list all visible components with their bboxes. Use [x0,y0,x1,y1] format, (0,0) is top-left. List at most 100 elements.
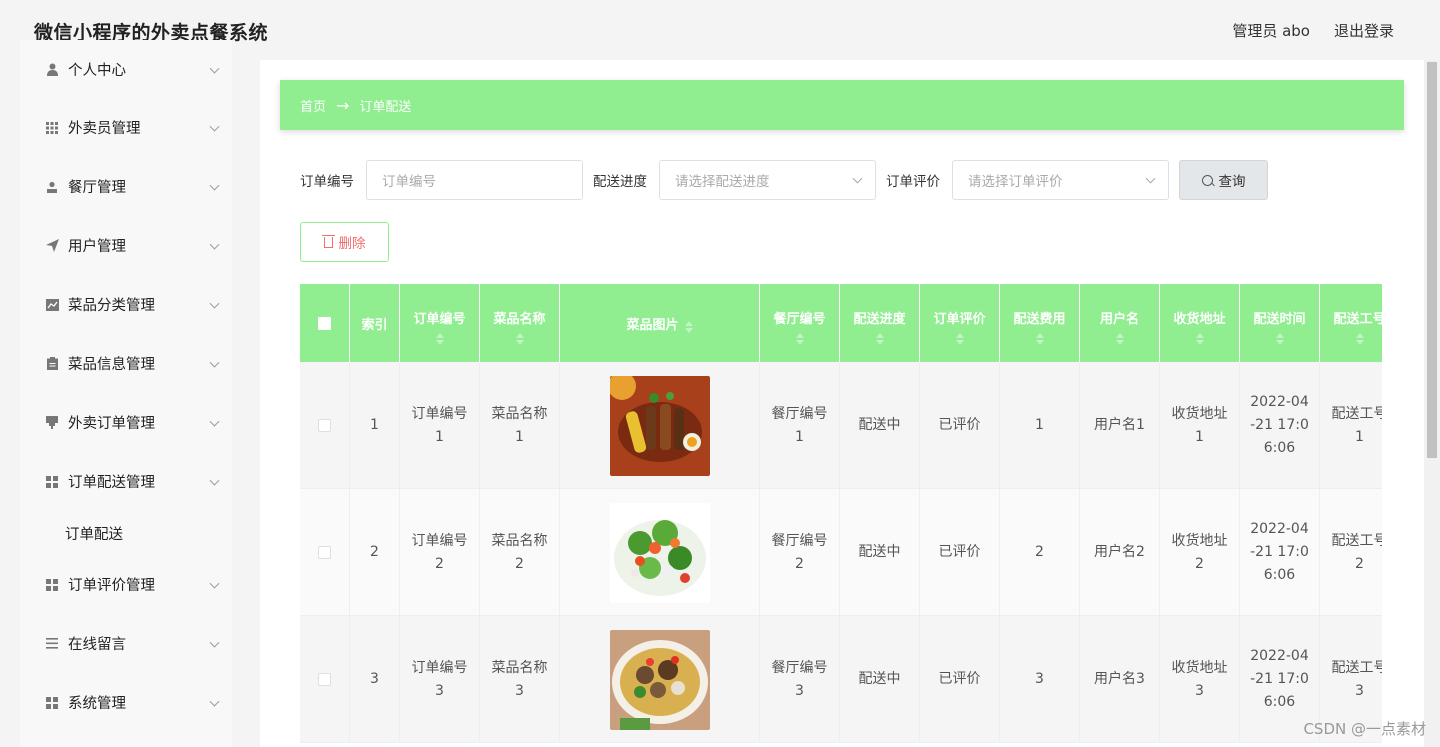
chevron-down-icon [209,63,220,74]
sidebar-item-dish-categories[interactable]: 菜品分类管理 [20,275,232,334]
index-cell: 1 [350,362,400,489]
select-all-checkbox[interactable] [318,316,331,330]
logout-link[interactable]: 退出登录 [1334,20,1394,41]
header-actions: 管理员 abo 退出登录 [1232,20,1394,41]
header-select-all[interactable] [300,284,350,362]
user-cell: 用户名1 [1080,362,1160,489]
time-cell: 2022-04 -21 17:0 6:06 [1240,362,1320,489]
order-number-cell: 订单编号 3 [400,616,480,743]
column-header[interactable]: 收货地址 [1160,284,1240,362]
watermark: CSDN @一点素材 [1303,720,1426,738]
sort-icon[interactable] [684,320,693,333]
column-header[interactable]: 用户名 [1080,284,1160,362]
sort-icon[interactable] [1115,333,1124,345]
progress-cell: 配送中 [840,616,920,743]
rating-cell: 已评价 [920,489,1000,616]
table-header: 索引 订单编号 菜品名称 菜品图片 餐厅编号 配送进度 订单评价 配送费用 用户… [300,284,1382,362]
dish-image-cell [560,362,760,489]
column-label: 订单评价 [933,312,986,327]
chevron-down-icon [209,637,220,648]
sidebar-item-restaurants[interactable]: 餐厅管理 [20,157,232,216]
column-label: 菜品图片 [626,317,679,333]
row-select-cell [300,362,350,489]
grid-icon [45,121,59,135]
row-checkbox[interactable] [318,419,331,432]
trash-icon [321,234,335,248]
user-cell: 用户名2 [1080,489,1160,616]
sort-icon[interactable] [515,333,524,345]
sidebar-item-system[interactable]: 系统管理 [20,673,232,732]
breadcrumb-current: 订单配送 [359,99,412,115]
sidebar-item-label: 订单配送管理 [68,475,155,491]
progress-select[interactable]: 请选择配送进度 [659,160,876,200]
clipboard-icon [45,357,59,371]
column-header[interactable]: 订单编号 [400,284,480,362]
search-button[interactable]: 查询 [1179,160,1268,200]
column-label: 用户名 [1099,312,1139,327]
column-label: 菜品名称 [493,312,546,327]
sort-icon[interactable] [1275,333,1284,345]
sidebar-item-delivery[interactable]: 订单配送管理 [20,452,232,511]
sort-icon[interactable] [1035,333,1044,345]
scrollbar-thumb[interactable] [1427,62,1437,458]
dish-image[interactable] [609,502,710,603]
apps-icon [45,475,59,489]
order-number-label: 订单编号 [300,174,354,190]
vertical-scrollbar[interactable] [1424,60,1440,747]
row-checkbox[interactable] [318,673,331,686]
column-header[interactable]: 配送工号 [1320,284,1382,362]
sidebar-item-orders[interactable]: 外卖订单管理 [20,393,232,452]
row-checkbox[interactable] [318,546,331,559]
sidebar-item-label: 个人中心 [68,63,126,79]
column-label: 配送进度 [853,312,906,327]
user-name[interactable]: 管理员 abo [1232,20,1310,41]
order-number-placeholder: 订单编号 [382,174,436,190]
sort-icon[interactable] [1355,333,1364,345]
progress-placeholder: 请选择配送进度 [675,174,770,190]
column-header[interactable]: 餐厅编号 [760,284,840,362]
sidebar-item-profile[interactable]: 个人中心 [20,40,232,99]
column-label: 收货地址 [1173,312,1226,327]
column-header[interactable]: 配送进度 [840,284,920,362]
dish-image[interactable] [609,375,710,476]
sidebar-item-messages[interactable]: 在线留言 [20,614,232,673]
delete-button[interactable]: 删除 [300,222,389,262]
sort-icon[interactable] [435,333,444,345]
table-row[interactable]: 3 订单编号 3 菜品名称 3 餐厅编号 3 配送中 已评价 3 用户名3 收货… [300,616,1382,743]
chevron-down-icon [209,121,220,132]
fee-cell: 3 [1000,616,1080,743]
column-header[interactable]: 订单评价 [920,284,1000,362]
row-select-cell [300,616,350,743]
sidebar-item-label: 餐厅管理 [68,180,126,196]
column-label: 配送时间 [1253,312,1306,327]
column-header[interactable]: 配送时间 [1240,284,1320,362]
sidebar-item-users[interactable]: 用户管理 [20,216,232,275]
chevron-down-icon [209,696,220,707]
dish-image-cell [560,489,760,616]
rating-cell: 已评价 [920,362,1000,489]
column-header[interactable]: 配送费用 [1000,284,1080,362]
table-row[interactable]: 2 订单编号 2 菜品名称 2 餐厅编号 2 配送中 已评价 2 用户名2 收货… [300,489,1382,616]
sidebar-item-label: 外卖员管理 [68,121,141,137]
column-header[interactable]: 菜品名称 [480,284,560,362]
breadcrumb-home[interactable]: 首页 [300,96,326,115]
restaurant-cell: 餐厅编号 1 [760,362,840,489]
sort-icon[interactable] [875,333,884,345]
table-row[interactable]: 1 订单编号 1 菜品名称 1 餐厅编号 1 配送中 已评价 1 用户名1 收货… [300,362,1382,489]
sidebar-subitem-delivery[interactable]: 订单配送 [20,511,232,555]
sort-icon[interactable] [1195,333,1204,345]
sidebar-item-couriers[interactable]: 外卖员管理 [20,98,232,157]
restaurant-cell: 餐厅编号 3 [760,616,840,743]
rating-select[interactable]: 请选择订单评价 [952,160,1169,200]
sort-icon[interactable] [955,333,964,345]
sort-icon[interactable] [795,333,804,345]
user-icon [45,180,59,194]
apps-icon [45,696,59,710]
sidebar-item-reviews[interactable]: 订单评价管理 [20,555,232,614]
sidebar-item-label: 订单评价管理 [68,578,155,594]
sidebar-item-dish-info[interactable]: 菜品信息管理 [20,334,232,393]
order-number-input[interactable]: 订单编号 [366,160,583,200]
column-header[interactable]: 菜品图片 [560,284,760,362]
dish-image[interactable] [609,629,710,730]
progress-cell: 配送中 [840,362,920,489]
